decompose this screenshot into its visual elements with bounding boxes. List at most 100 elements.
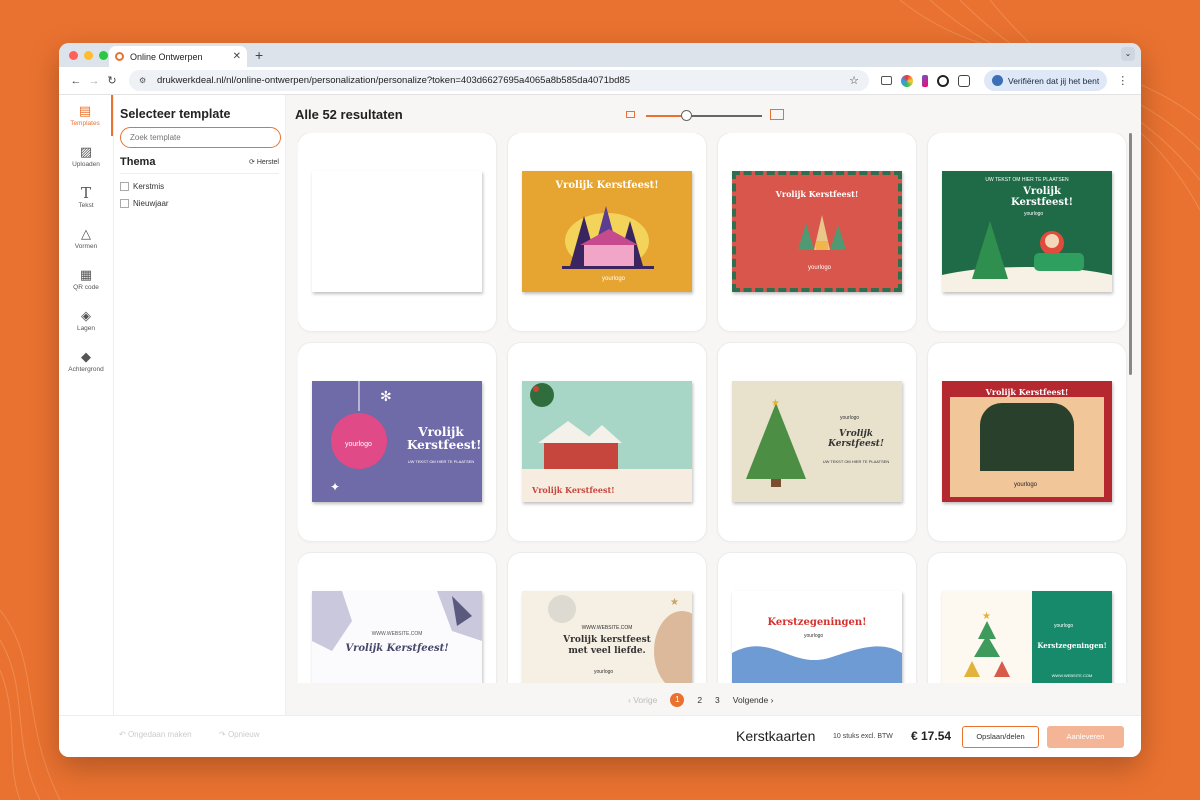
template-thumbnail: WWW.WEBSITE.COM Vrolijk Kerstfeest!: [312, 591, 482, 683]
verify-label: Verifiëren dat jij het bent: [1008, 75, 1100, 86]
minimize-window-button[interactable]: [84, 51, 93, 60]
card-subtitle: UW TEKST OM HIER TE PLAATSEN: [822, 459, 890, 464]
profile-avatar-icon: [992, 75, 1003, 86]
back-button[interactable]: ←: [67, 75, 85, 87]
puzzle-icon[interactable]: [958, 74, 970, 87]
sidebar-item-label: Templates: [70, 120, 100, 127]
thumbnail-size-slider[interactable]: [626, 108, 788, 122]
card-title: Kerstzegeningen!: [767, 617, 867, 628]
redo-label: Opnieuw: [227, 730, 260, 739]
url-text: drukwerkdeal.nl/nl/online-ontwerpen/pers…: [157, 75, 630, 86]
deliver-button[interactable]: Aanleveren: [1047, 726, 1124, 748]
bookmark-star-icon[interactable]: ☆: [849, 74, 859, 87]
previous-page-button[interactable]: ‹ Vorige: [628, 695, 657, 705]
theme-checkbox-kerstmis[interactable]: Kerstmis: [120, 182, 279, 191]
card-title: Kerstzegeningen!: [1037, 641, 1107, 650]
sidebar-item-achtergrond[interactable]: ◆ Achtergrond: [59, 341, 113, 382]
product-name: Kerstkaarten: [736, 728, 816, 744]
theme-title: Thema: [120, 156, 156, 168]
redo-icon: ↷: [219, 730, 228, 739]
browser-window: Online Ontwerpen ✕ + ⌄ ← → ↻ ⚙ drukwerkd…: [59, 43, 1141, 757]
small-image-icon[interactable]: [626, 111, 635, 118]
site-info-icon[interactable]: ⚙: [139, 76, 151, 85]
new-tab-button[interactable]: +: [255, 47, 263, 63]
card-logo: yourlogo: [594, 669, 614, 675]
template-thumbnail: ★ yourlogo Kerstzegeningen! WWW.WEBSITE.…: [942, 591, 1112, 683]
template-thumbnail: ★ WWW.WEBSITE.COM Vrolijk kerstfeest met…: [522, 591, 692, 683]
template-card[interactable]: Kerstzegeningen! yourlogo: [718, 553, 916, 683]
block-extension-icon[interactable]: [937, 74, 949, 87]
forward-button[interactable]: →: [85, 75, 103, 87]
scrollbar[interactable]: [1129, 133, 1132, 375]
browser-tab[interactable]: Online Ontwerpen ✕: [109, 46, 247, 67]
template-card[interactable]: Vrolijk Kerstfeest! yourlogo: [928, 343, 1126, 541]
reset-label: Herstel: [256, 159, 279, 166]
card-subtitle: UW TEKST OM HIER TE PLAATSEN: [407, 459, 475, 464]
browser-toolbar: ← → ↻ ⚙ drukwerkdeal.nl/nl/online-ontwer…: [59, 67, 1141, 95]
sidebar-item-uploaden[interactable]: ▨ Uploaden: [59, 136, 113, 177]
next-page-button[interactable]: Volgende ›: [733, 695, 774, 705]
reset-button[interactable]: ⟳ Herstel: [249, 158, 279, 166]
sidebar-item-lagen[interactable]: ◈ Lagen: [59, 300, 113, 341]
slider-handle[interactable]: [681, 110, 693, 121]
browser-menu-icon[interactable]: ⋮: [1117, 74, 1128, 87]
theme-checkbox-nieuwjaar[interactable]: Nieuwjaar: [120, 199, 279, 208]
svg-text:★: ★: [982, 611, 991, 622]
sidebar-item-templates[interactable]: ▤ Templates: [59, 95, 113, 136]
template-card[interactable]: [298, 133, 496, 331]
template-thumbnail: Vrolijk Kerstfeest! yourlogo: [732, 171, 902, 292]
card-title: Vrolijk Kerstfeest!: [532, 485, 615, 495]
template-card[interactable]: UW TEKST OM HIER TE PLAATSEN Vrolijk Ker…: [928, 133, 1126, 331]
template-card[interactable]: ★ yourlogo Kerstzegeningen! WWW.WEBSITE.…: [928, 553, 1126, 683]
card-title: Vrolijk Kerstfeest!: [345, 643, 449, 654]
page-button[interactable]: 2: [697, 695, 702, 705]
qr-icon: ▦: [79, 267, 93, 282]
svg-text:★: ★: [771, 398, 780, 409]
previous-label: Vorige: [633, 695, 658, 705]
template-card[interactable]: ★ yourlogo Vrolijk Kerstfeest! UW TEKST …: [718, 343, 916, 541]
page-button-current[interactable]: 1: [670, 693, 685, 707]
card-logo: yourlogo: [804, 633, 824, 639]
card-logo: yourlogo: [1014, 482, 1038, 488]
card-logo: yourlogo: [1054, 623, 1074, 629]
sidebar-item-label: QR code: [73, 284, 99, 291]
reload-button[interactable]: ↻: [103, 74, 121, 87]
page-button[interactable]: 3: [715, 695, 720, 705]
sidebar-item-tekst[interactable]: T Tekst: [59, 177, 113, 218]
template-card[interactable]: Vrolijk Kerstfeest! yourlogo: [718, 133, 916, 331]
image-icon: ▨: [79, 144, 93, 159]
checkbox[interactable]: [120, 182, 129, 191]
svg-text:★: ★: [670, 597, 679, 608]
sidebar-item-vormen[interactable]: △ Vormen: [59, 218, 113, 259]
checkbox[interactable]: [120, 199, 129, 208]
template-card[interactable]: ★ WWW.WEBSITE.COM Vrolijk kerstfeest met…: [508, 553, 706, 683]
save-share-button[interactable]: Opslaan/delen: [962, 726, 1039, 748]
template-card[interactable]: WWW.WEBSITE.COM Vrolijk Kerstfeest!: [298, 553, 496, 683]
undo-button[interactable]: ↶ Ongedaan maken: [119, 730, 192, 739]
close-tab-icon[interactable]: ✕: [233, 51, 241, 62]
tool-sidebar: ▤ Templates ▨ Uploaden T Tekst △ Vormen …: [59, 95, 114, 715]
address-bar[interactable]: ⚙ drukwerkdeal.nl/nl/online-ontwerpen/pe…: [129, 70, 869, 91]
template-card[interactable]: Vrolijk Kerstfeest! yourlogo: [508, 133, 706, 331]
sidebar-item-qr-code[interactable]: ▦ QR code: [59, 259, 113, 300]
tab-menu-button[interactable]: ⌄: [1121, 47, 1135, 61]
template-thumbnail: Vrolijk Kerstfeest!: [522, 381, 692, 502]
site-favicon-icon: [115, 52, 124, 61]
shapes-icon: △: [81, 226, 91, 241]
redo-button[interactable]: ↷ Opnieuw: [219, 730, 260, 739]
chevron-right-icon: ›: [768, 695, 774, 705]
undo-label: Ongedaan maken: [127, 730, 192, 739]
close-window-button[interactable]: [69, 51, 78, 60]
svg-text:✦: ✦: [330, 480, 340, 494]
checkbox-label: Kerstmis: [133, 182, 165, 191]
pen-extension-icon[interactable]: [922, 74, 928, 87]
maximize-window-button[interactable]: [99, 51, 108, 60]
template-card[interactable]: Vrolijk Kerstfeest!: [508, 343, 706, 541]
card-title: Vrolijk Kerstfeest!: [828, 429, 884, 449]
camera-icon[interactable]: [881, 76, 892, 85]
verify-button[interactable]: Verifiëren dat jij het bent: [984, 70, 1108, 91]
color-extension-icon[interactable]: [901, 74, 913, 87]
large-image-icon[interactable]: [770, 109, 784, 120]
template-search-input[interactable]: [120, 127, 281, 148]
template-card[interactable]: ✻ ✦ yourlogo Vrolijk Kerstfeest! UW TEKS…: [298, 343, 496, 541]
